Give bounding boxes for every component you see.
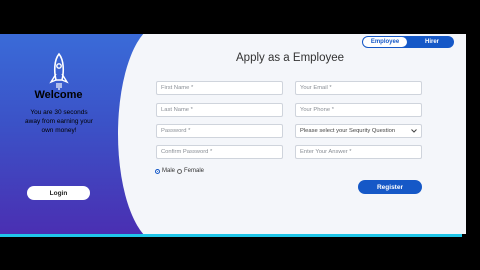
bottom-accent-bar bbox=[0, 234, 462, 237]
security-question-value: Please select your Sequrity Question bbox=[300, 128, 396, 134]
security-question-select[interactable]: Please select your Sequrity Question bbox=[295, 124, 422, 138]
answer-field[interactable]: Enter Your Answer * bbox=[295, 145, 422, 159]
female-radio[interactable] bbox=[177, 168, 183, 174]
email-field[interactable]: Your Email * bbox=[295, 81, 422, 95]
password-field[interactable]: Password * bbox=[156, 124, 283, 138]
male-label: Male bbox=[162, 168, 176, 174]
tab-hirer[interactable]: Hirer bbox=[412, 37, 452, 47]
welcome-subtitle: You are 30 seconds away from earning you… bbox=[25, 109, 93, 134]
registration-page: Welcome You are 30 seconds away from ear… bbox=[0, 34, 466, 234]
tab-employee[interactable]: Employee bbox=[363, 37, 407, 47]
register-button[interactable]: Register bbox=[358, 180, 422, 194]
female-label: Female bbox=[184, 168, 205, 174]
confirm-password-field[interactable]: Confirm Password * bbox=[156, 145, 283, 159]
phone-field[interactable]: Your Phone * bbox=[295, 103, 422, 117]
last-name-field[interactable]: Last Name * bbox=[156, 103, 283, 117]
form-title: Apply as a Employee bbox=[236, 52, 345, 64]
role-toggle: Employee Hirer bbox=[362, 36, 454, 48]
male-radio[interactable] bbox=[155, 168, 160, 174]
gender-group: Male Female bbox=[155, 168, 204, 174]
welcome-heading: Welcome bbox=[34, 89, 83, 101]
chevron-down-icon bbox=[411, 129, 417, 133]
first-name-field[interactable]: First Name * bbox=[156, 81, 283, 95]
login-button[interactable]: Login bbox=[27, 186, 90, 200]
rocket-icon bbox=[49, 52, 69, 90]
